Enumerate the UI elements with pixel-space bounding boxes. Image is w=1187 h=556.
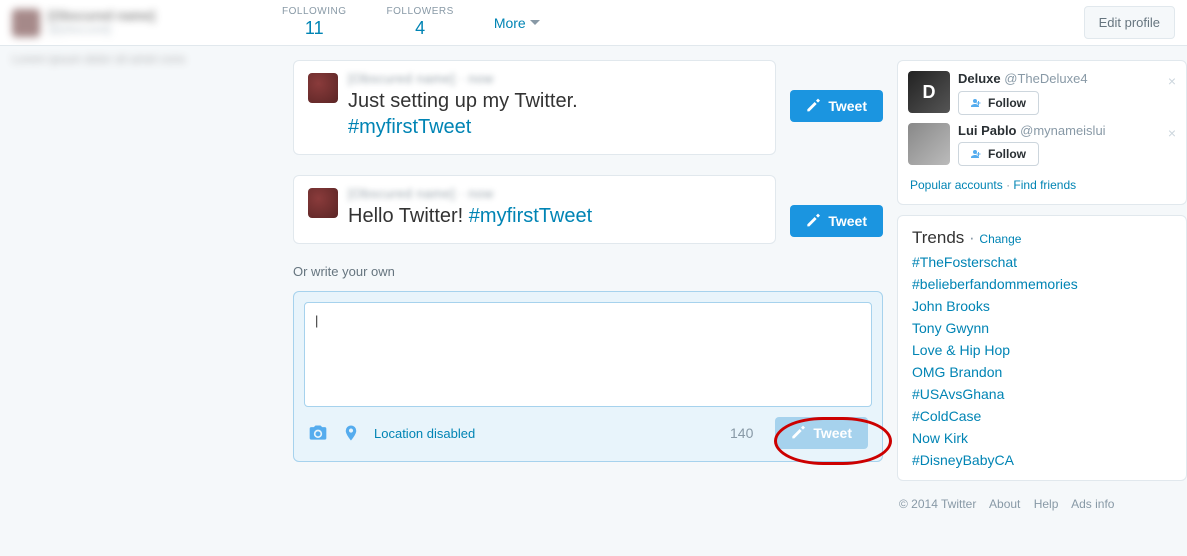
- tweet-button-label: Tweet: [828, 98, 867, 114]
- location-status[interactable]: Location disabled: [374, 426, 475, 441]
- trend-item[interactable]: OMG Brandon: [912, 364, 1172, 380]
- stat-label: FOLLOWERS: [387, 6, 454, 18]
- more-label: More: [494, 15, 526, 31]
- trend-item[interactable]: #belieberfandommemories: [912, 276, 1172, 292]
- stat-following[interactable]: FOLLOWING 11: [282, 6, 347, 40]
- footer-ads-link[interactable]: Ads info: [1071, 497, 1114, 511]
- profile-stats: FOLLOWING 11 FOLLOWERS 4: [282, 6, 454, 40]
- trend-item[interactable]: #USAvsGhana: [912, 386, 1172, 402]
- suggestion-links: Popular accounts · Find friends: [898, 172, 1186, 200]
- hashtag-link[interactable]: #myfirstTweet: [348, 116, 471, 138]
- hashtag-link[interactable]: #myfirstTweet: [469, 205, 592, 227]
- tweet-text: Hello Twitter! #myfirstTweet: [348, 203, 761, 229]
- tweet-author-line: [Obscured name] · now: [348, 186, 761, 201]
- dismiss-icon[interactable]: ×: [1168, 125, 1176, 141]
- footer-copyright: © 2014 Twitter: [899, 497, 976, 511]
- trend-list: #TheFosterschat #belieberfandommemories …: [912, 254, 1172, 468]
- char-count: 140: [730, 425, 753, 441]
- tweet-author-line: [Obscured name] · now: [348, 71, 761, 86]
- compose-footer: Location disabled 140 Tweet: [304, 407, 872, 451]
- profile-identity: [Obscured name] @[obscured]: [12, 9, 282, 37]
- chevron-down-icon: [530, 20, 540, 25]
- trend-item[interactable]: Love & Hip Hop: [912, 342, 1172, 358]
- follow-label: Follow: [988, 96, 1026, 110]
- compose-textarea[interactable]: |: [315, 313, 861, 393]
- compose-tweet-button[interactable]: Tweet: [775, 417, 868, 449]
- footer-help-link[interactable]: Help: [1034, 497, 1059, 511]
- suggestion-handle: @mynameislui: [1020, 123, 1105, 138]
- trend-item[interactable]: #DisneyBabyCA: [912, 452, 1172, 468]
- find-friends-link[interactable]: Find friends: [1013, 178, 1076, 192]
- compose-icon: [806, 213, 822, 229]
- tweet-button-label: Tweet: [828, 213, 867, 229]
- page-footer: © 2014 Twitter About Help Ads info: [897, 491, 1187, 517]
- trends-box: Trends · Change #TheFosterschat #beliebe…: [897, 215, 1187, 481]
- footer-about-link[interactable]: About: [989, 497, 1020, 511]
- compose-tweet-label: Tweet: [813, 425, 852, 441]
- stat-value: 11: [282, 18, 347, 40]
- profile-handle: @[obscured]: [48, 24, 155, 36]
- tweet-text: Just setting up my Twitter. #myfirstTwee…: [348, 88, 761, 140]
- suggestion-avatar[interactable]: D: [908, 71, 950, 113]
- stat-followers[interactable]: FOLLOWERS 4: [387, 6, 454, 40]
- suggestion-handle: @TheDeluxe4: [1004, 71, 1087, 86]
- follow-plus-icon: [971, 97, 983, 109]
- dismiss-icon[interactable]: ×: [1168, 73, 1176, 89]
- follow-suggestion: D Deluxe @TheDeluxe4 Follow ×: [898, 69, 1186, 121]
- trends-change-link[interactable]: Change: [979, 232, 1021, 246]
- popular-accounts-link[interactable]: Popular accounts: [910, 178, 1003, 192]
- tweet-avatar: [308, 188, 338, 218]
- camera-icon[interactable]: [308, 423, 328, 443]
- follow-button[interactable]: Follow: [958, 142, 1039, 166]
- stat-label: FOLLOWING: [282, 6, 347, 18]
- main-column: [Obscured name] · now Just setting up my…: [293, 60, 883, 462]
- suggested-tweet-row: [Obscured name] · now Hello Twitter! #my…: [293, 175, 883, 244]
- suggestion-name[interactable]: Deluxe: [958, 71, 1001, 86]
- location-icon[interactable]: [342, 424, 360, 442]
- obscured-subtext: Lorem ipsum dolor sit amet cons: [0, 52, 260, 68]
- tweet-button[interactable]: Tweet: [790, 90, 883, 122]
- follow-plus-icon: [971, 148, 983, 160]
- tweet-button[interactable]: Tweet: [790, 205, 883, 237]
- trend-item[interactable]: John Brooks: [912, 298, 1172, 314]
- edit-profile-button[interactable]: Edit profile: [1084, 6, 1175, 39]
- suggested-tweet-row: [Obscured name] · now Just setting up my…: [293, 60, 883, 155]
- profile-name[interactable]: [Obscured name]: [48, 9, 155, 23]
- compose-textarea-wrap[interactable]: |: [304, 302, 872, 407]
- follow-label: Follow: [988, 147, 1026, 161]
- right-column: D Deluxe @TheDeluxe4 Follow × Lui: [897, 60, 1187, 517]
- trends-heading: Trends · Change: [912, 228, 1172, 248]
- trend-item[interactable]: Tony Gwynn: [912, 320, 1172, 336]
- who-to-follow-box: D Deluxe @TheDeluxe4 Follow × Lui: [897, 60, 1187, 205]
- more-dropdown[interactable]: More: [494, 15, 540, 31]
- compose-icon: [806, 98, 822, 114]
- trend-item[interactable]: #TheFosterschat: [912, 254, 1172, 270]
- follow-suggestion: Lui Pablo @mynameislui Follow ×: [898, 121, 1186, 173]
- content-wrap: [Obscured name] · now Just setting up my…: [0, 46, 1187, 531]
- suggested-tweet-card: [Obscured name] · now Hello Twitter! #my…: [293, 175, 776, 244]
- stat-value: 4: [387, 18, 454, 40]
- suggested-tweet-card: [Obscured name] · now Just setting up my…: [293, 60, 776, 155]
- trend-item[interactable]: #ColdCase: [912, 408, 1172, 424]
- compose-prompt: Or write your own: [293, 264, 883, 279]
- tweet-avatar: [308, 73, 338, 103]
- compose-box: | Location disabled 140 Tweet: [293, 291, 883, 462]
- trend-item[interactable]: Now Kirk: [912, 430, 1172, 446]
- compose-icon: [791, 425, 807, 441]
- profile-header-bar: [Obscured name] @[obscured] FOLLOWING 11…: [0, 0, 1187, 46]
- suggestion-name[interactable]: Lui Pablo: [958, 123, 1017, 138]
- profile-avatar[interactable]: [12, 9, 40, 37]
- follow-button[interactable]: Follow: [958, 91, 1039, 115]
- suggestion-avatar[interactable]: [908, 123, 950, 165]
